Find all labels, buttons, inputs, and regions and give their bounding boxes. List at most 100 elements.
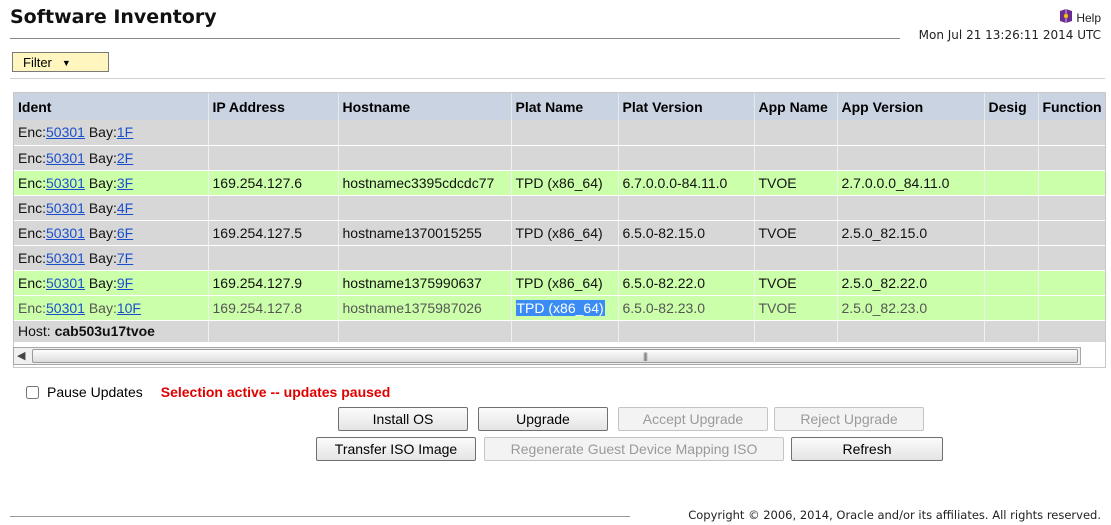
plat-name-cell: [511, 195, 619, 221]
app-version-cell: [837, 245, 985, 271]
app-name-cell: TVOE: [754, 220, 838, 246]
column-header-hostname[interactable]: Hostname: [338, 93, 512, 120]
column-header-ip-address[interactable]: IP Address: [208, 93, 339, 120]
filter-button[interactable]: Filter ▼: [12, 52, 109, 72]
refresh-button[interactable]: Refresh: [791, 437, 943, 461]
plat-version-cell: 6.5.0-82.22.0: [618, 270, 755, 296]
table-row-selected[interactable]: Enc:50301 Bay:10F 169.254.127.8 hostname…: [14, 295, 1105, 321]
enclosure-link[interactable]: 50301: [46, 250, 85, 266]
enc-label: Enc:: [18, 249, 47, 266]
help-book-icon: [1058, 8, 1074, 27]
column-header-function[interactable]: Function: [1038, 93, 1105, 120]
inventory-grid: Ident IP Address Hostname Plat Name Plat…: [13, 92, 1106, 368]
ip-cell: [208, 145, 339, 171]
pause-updates-label: Pause Updates: [47, 384, 143, 400]
ip-cell: [208, 245, 339, 271]
plat-name-cell: [511, 120, 619, 146]
bay-link[interactable]: 9F: [117, 275, 133, 291]
host-row[interactable]: Host: cab503u17tvoe: [14, 320, 1105, 343]
bay-label: Bay:: [88, 249, 117, 266]
ip-cell: 169.254.127.5: [208, 220, 339, 246]
bay-label: Bay:: [88, 149, 117, 166]
app-version-cell: 2.5.0_82.23.0: [837, 295, 985, 321]
app-name-cell: [754, 145, 838, 171]
function-cell: [1038, 195, 1105, 221]
enclosure-link[interactable]: 50301: [46, 200, 85, 216]
bay-link[interactable]: 1F: [117, 124, 133, 140]
table-row[interactable]: Enc:50301 Bay:4F: [14, 195, 1105, 221]
function-cell: [1038, 220, 1105, 246]
column-header-ident[interactable]: Ident: [14, 93, 209, 120]
bay-link[interactable]: 7F: [117, 250, 133, 266]
footer-divider: [10, 516, 630, 517]
pause-updates-checkbox[interactable]: [26, 385, 39, 399]
app-version-cell: 2.7.0.0.0_84.11.0: [837, 170, 985, 196]
upgrade-button[interactable]: Upgrade: [478, 407, 608, 431]
plat-name-cell: [511, 320, 619, 343]
bay-link[interactable]: 10F: [117, 300, 141, 316]
enclosure-link[interactable]: 50301: [46, 300, 85, 316]
bay-link[interactable]: 6F: [117, 225, 133, 241]
bay-label: Bay:: [88, 224, 117, 241]
desig-cell: [984, 295, 1039, 321]
pause-status-message: Selection active -- updates paused: [160, 384, 391, 400]
bay-link[interactable]: 2F: [117, 150, 133, 166]
column-header-app-name[interactable]: App Name: [754, 93, 838, 120]
ident-cell: Enc:50301 Bay:6F: [14, 220, 209, 246]
app-name-cell: [754, 120, 838, 146]
table-row[interactable]: Enc:50301 Bay:3F 169.254.127.6 hostnamec…: [14, 170, 1105, 196]
bay-label: Bay:: [88, 199, 117, 216]
enclosure-link[interactable]: 50301: [46, 150, 85, 166]
function-cell: [1038, 120, 1105, 146]
table-row[interactable]: Enc:50301 Bay:9F 169.254.127.9 hostname1…: [14, 270, 1105, 296]
column-header-app-version[interactable]: App Version: [837, 93, 985, 120]
desig-cell: [984, 195, 1039, 221]
app-version-cell: [837, 120, 985, 146]
scrollbar-thumb[interactable]: |||: [32, 349, 1078, 363]
desig-cell: [984, 270, 1039, 296]
help-label: Help: [1076, 10, 1101, 25]
column-header-plat-name[interactable]: Plat Name: [511, 93, 619, 120]
ip-cell: 169.254.127.8: [208, 295, 339, 321]
ident-cell: Enc:50301 Bay:3F: [14, 170, 209, 196]
bay-label: Bay:: [88, 174, 117, 191]
enc-label: Enc:: [18, 224, 47, 241]
app-name-cell: [754, 195, 838, 221]
table-row[interactable]: Enc:50301 Bay:7F: [14, 245, 1105, 271]
table-row[interactable]: Enc:50301 Bay:6F 169.254.127.5 hostname1…: [14, 220, 1105, 246]
enc-label: Enc:: [18, 174, 47, 191]
bay-label: Bay:: [88, 299, 117, 316]
regenerate-iso-button[interactable]: Regenerate Guest Device Mapping ISO: [484, 437, 784, 461]
caret-down-icon: ▼: [61, 57, 71, 68]
help-link[interactable]: Help: [1058, 8, 1101, 27]
enclosure-link[interactable]: 50301: [46, 175, 85, 191]
bay-link[interactable]: 3F: [117, 175, 133, 191]
install-os-button[interactable]: Install OS: [338, 407, 468, 431]
plat-name-cell: TPD (x86_64): [511, 170, 619, 196]
transfer-iso-button[interactable]: Transfer ISO Image: [316, 437, 476, 461]
table-row[interactable]: Enc:50301 Bay:2F: [14, 145, 1105, 171]
accept-upgrade-button[interactable]: Accept Upgrade: [618, 407, 768, 431]
hostname-cell: [338, 120, 512, 146]
function-cell: [1038, 245, 1105, 271]
reject-upgrade-button[interactable]: Reject Upgrade: [774, 407, 924, 431]
bay-link[interactable]: 4F: [117, 200, 133, 216]
enclosure-link[interactable]: 50301: [46, 124, 85, 140]
desig-cell: [984, 320, 1039, 343]
ident-cell: Enc:50301 Bay:4F: [14, 195, 209, 221]
plat-name-cell: [511, 145, 619, 171]
host-label: Host:: [18, 322, 51, 339]
ident-cell: Enc:50301 Bay:2F: [14, 145, 209, 171]
scroll-left-icon[interactable]: ◀: [17, 349, 25, 362]
hostname-cell: [338, 245, 512, 271]
table-row[interactable]: Enc:50301 Bay:1F: [14, 120, 1105, 146]
column-header-desig[interactable]: Desig: [984, 93, 1039, 120]
header-divider: [10, 38, 900, 39]
app-name-cell: TVOE: [754, 295, 838, 321]
horizontal-scrollbar[interactable]: ◀ |||: [13, 347, 1081, 365]
hostname-cell: hostname1375987026: [338, 295, 512, 321]
enclosure-link[interactable]: 50301: [46, 225, 85, 241]
enclosure-link[interactable]: 50301: [46, 275, 85, 291]
app-version-cell: [837, 145, 985, 171]
column-header-plat-version[interactable]: Plat Version: [618, 93, 755, 120]
